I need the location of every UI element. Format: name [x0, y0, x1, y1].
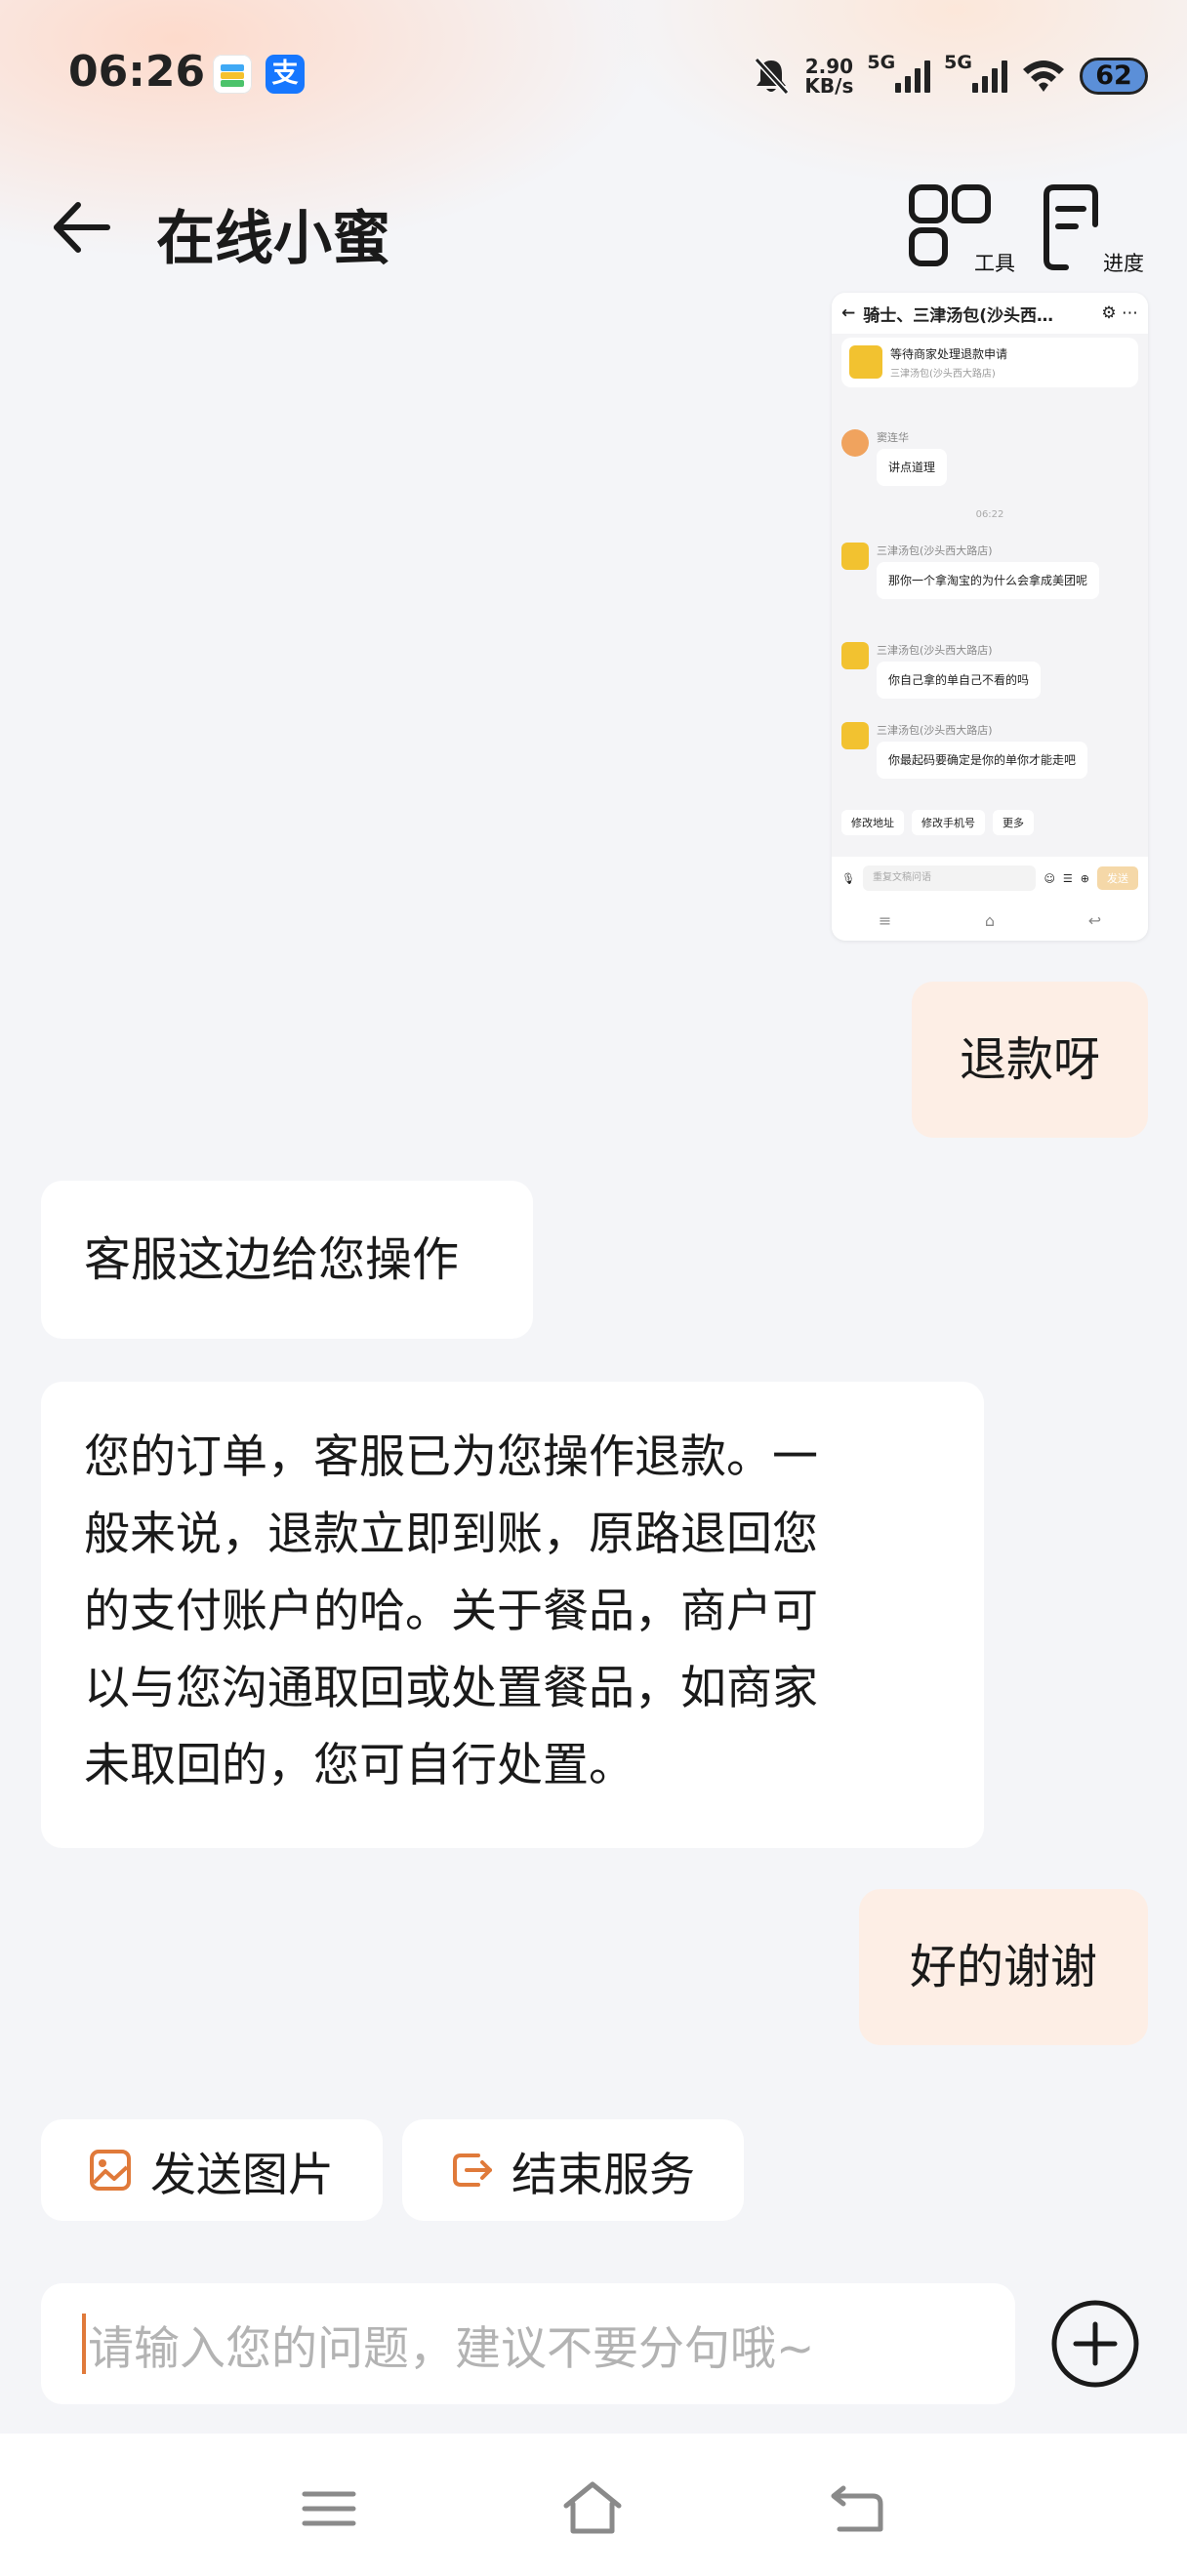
thumb-settings-icon: ⚙ ⋯: [1101, 303, 1138, 323]
question-input[interactable]: 请输入您的问题，建议不要分句哦~: [41, 2283, 1015, 2404]
send-image-button[interactable]: 发送图片: [41, 2119, 383, 2221]
text-caret: [82, 2314, 86, 2374]
sim1-label: 5G: [867, 52, 896, 73]
thumb-chips: 修改地址 修改手机号 更多: [841, 810, 1034, 835]
thumb-chip: 修改地址: [841, 810, 904, 835]
thumb-shop-msg: 那你一个拿淘宝的为什么会拿成美团呢: [877, 562, 1100, 599]
thumb-shop-name: 三津汤包(沙头西大路店): [877, 544, 993, 557]
thumb-shop-msg: 你自己拿的单自己不看的吗: [877, 662, 1042, 699]
thumb-topbar: ← 骑士、三津汤包(沙头西… ⚙ ⋯: [832, 293, 1148, 334]
battery-icon: 62: [1080, 58, 1148, 95]
shop-avatar: [841, 642, 869, 669]
thumb-nav: ≡ ⌂ ↩: [832, 900, 1148, 941]
thumb-chip: 修改手机号: [912, 810, 985, 835]
thumb-shop-name: 三津汤包(沙头西大路店): [877, 724, 993, 737]
app-header: 在线小蜜 工具 进度: [0, 166, 1187, 293]
shop-avatar: [841, 722, 869, 749]
image-icon: [90, 2150, 131, 2191]
wifi-icon: [1023, 60, 1064, 92]
alipay-app-icon: 支: [266, 55, 305, 94]
sim2-label: 5G: [944, 52, 972, 73]
menu-icon[interactable]: [295, 2475, 363, 2543]
message-line: 您的订单，客服已为您操作退款。一: [84, 1430, 818, 1484]
system-nav-bar: [0, 2434, 1187, 2576]
status-bar: 06:26 支 2.90 KB/s 5G 5G 62: [0, 0, 1187, 146]
end-service-button[interactable]: 结束服务: [402, 2119, 744, 2221]
thumb-list-icon: ☰: [1062, 871, 1073, 885]
agent-message[interactable]: 客服这边给您操作: [41, 1181, 533, 1339]
end-service-label: 结束服务: [512, 2148, 695, 2202]
thumb-send: 发送: [1097, 866, 1138, 890]
thumb-user-name: 窦连华: [877, 431, 909, 444]
input-placeholder: 请输入您的问题，建议不要分句哦~: [88, 2321, 815, 2376]
thumb-user-msg: 讲点道理: [877, 449, 948, 486]
thumb-shop-name: 三津汤包(沙头西大路店): [877, 644, 993, 657]
thumb-order-shop: 三津汤包(沙头西大路店): [890, 369, 996, 380]
thumb-order-card: 等待商家处理退款申请 三津汤包(沙头西大路店): [841, 338, 1138, 387]
back-icon[interactable]: [822, 2475, 890, 2543]
message-line: 以与您沟通取回或处置餐品，如商家: [84, 1662, 818, 1715]
thumb-input-bar: 🎙 重复文稿问语 ☺ ☰ ⊕ 发送: [832, 857, 1148, 900]
wallet-app-icon: [213, 55, 252, 94]
plus-icon[interactable]: [1050, 2299, 1140, 2389]
thumb-shop-msg: 你最起码要确定是你的单你才能走吧: [877, 742, 1088, 779]
send-image-label: 发送图片: [150, 2148, 334, 2202]
user-avatar: [841, 429, 869, 457]
my-message[interactable]: 好的谢谢: [859, 1889, 1148, 2045]
tools-button[interactable]: 工具: [908, 181, 1015, 289]
progress-button[interactable]: 进度: [1037, 181, 1144, 289]
message-line: 未取回的，您可自行处置。: [84, 1739, 634, 1792]
message-line: 般来说，退款立即到账，原路退回您: [84, 1508, 818, 1561]
thumb-order-status: 等待商家处理退款申请: [890, 347, 1008, 361]
clock: 06:26: [68, 47, 206, 97]
agent-message[interactable]: 您的订单，客服已为您操作退款。一 般来说，退款立即到账，原路退回您 的支付账户的…: [41, 1382, 984, 1848]
my-message[interactable]: 退款呀: [912, 982, 1148, 1138]
progress-label: 进度: [1103, 252, 1144, 275]
thumb-user-row: 窦连华 讲点道理: [841, 429, 948, 486]
thumb-timestamp: 06:22: [975, 509, 1004, 520]
home-icon[interactable]: [558, 2475, 627, 2543]
shop-avatar: [841, 543, 869, 570]
thumb-home-icon: ⌂: [984, 910, 996, 930]
signal-icon: [895, 60, 931, 93]
message-line: 的支付账户的哈。关于餐品，商户可: [84, 1585, 818, 1638]
thumb-mic-icon: 🎙: [841, 871, 855, 885]
thumb-shop-row: 三津汤包(沙头西大路店) 你自己拿的单自己不看的吗: [841, 642, 1042, 699]
thumb-back-icon: ←: [841, 303, 856, 323]
thumb-back-nav-icon: ↩: [1087, 910, 1102, 930]
thumb-input: 重复文稿问语: [862, 865, 1037, 891]
mute-bell-icon: [755, 57, 790, 96]
network-speed: 2.90 KB/s: [804, 55, 854, 98]
page-title: 在线小蜜: [156, 205, 390, 273]
chat-image-thumbnail[interactable]: ← 骑士、三津汤包(沙头西… ⚙ ⋯ 等待商家处理退款申请 三津汤包(沙头西大路…: [832, 293, 1148, 941]
thumb-chip: 更多: [993, 810, 1034, 835]
back-arrow-icon[interactable]: [47, 193, 115, 262]
exit-icon: [453, 2153, 492, 2187]
thumb-emoji-icon: ☺: [1044, 871, 1055, 885]
thumb-plus-icon: ⊕: [1080, 871, 1089, 885]
thumb-title: 骑士、三津汤包(沙头西…: [863, 305, 1054, 326]
thumb-shop-row: 三津汤包(沙头西大路店) 你最起码要确定是你的单你才能走吧: [841, 722, 1088, 779]
shop-avatar: [849, 345, 882, 379]
signal-icon: [972, 60, 1007, 93]
tools-label: 工具: [974, 252, 1015, 275]
thumb-menu-icon: ≡: [878, 910, 892, 930]
thumb-shop-row: 三津汤包(沙头西大路店) 那你一个拿淘宝的为什么会拿成美团呢: [841, 543, 1100, 599]
